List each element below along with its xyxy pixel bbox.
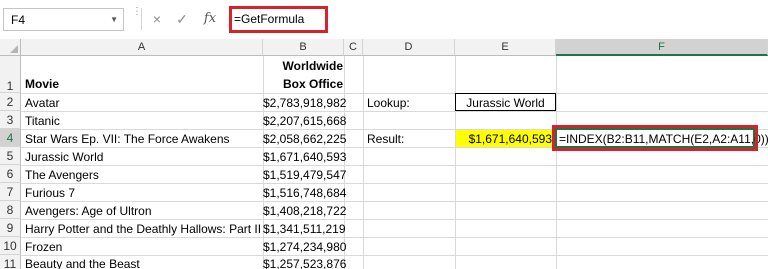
movie-gross[interactable]: $1,257,523,876: [263, 257, 346, 269]
movie-gross[interactable]: $1,516,748,684: [263, 186, 346, 200]
gridline: [21, 237, 768, 238]
column-header-e[interactable]: E: [455, 39, 556, 56]
chevron-down-icon[interactable]: ▼: [110, 15, 118, 24]
row-header-5[interactable]: 5: [0, 147, 21, 165]
movie-gross[interactable]: $2,207,615,668: [263, 114, 346, 128]
formula-text: =GetFormula: [234, 12, 305, 26]
row-header-3[interactable]: 3: [0, 111, 21, 129]
gridline: [21, 183, 768, 184]
result-value[interactable]: $1,671,640,593: [455, 132, 552, 146]
select-all-button[interactable]: [0, 39, 21, 56]
name-box[interactable]: F4 ▼: [3, 8, 124, 31]
cancel-icon[interactable]: ×: [146, 9, 168, 29]
lookup-value[interactable]: Jurassic World: [455, 96, 556, 110]
movie-title[interactable]: Furious 7: [25, 186, 75, 200]
row-header-7[interactable]: 7: [0, 183, 21, 201]
insert-function-icon[interactable]: fx: [199, 9, 221, 29]
row-header-4[interactable]: 4: [0, 129, 21, 147]
movie-title[interactable]: Avengers: Age of Ultron: [25, 204, 152, 218]
movie-gross[interactable]: $1,671,640,593: [263, 150, 346, 164]
movie-title[interactable]: Avatar: [25, 96, 59, 110]
gridline: [21, 201, 768, 202]
header-movie: Movie: [25, 77, 60, 91]
movie-title[interactable]: Beauty and the Beast: [25, 257, 140, 269]
formula-bar: F4 ▼ ⋮ × ✓ fx =GetFormula: [0, 0, 768, 39]
gridline: [21, 93, 768, 94]
movie-title[interactable]: Harry Potter and the Deathly Hallows: Pa…: [25, 222, 261, 236]
result-label: Result:: [367, 132, 405, 146]
row-header-10[interactable]: 10: [0, 237, 21, 255]
header-box-office: Box Office: [282, 77, 343, 91]
spreadsheet-grid: A B C D E F 1 2 3 4 5 6 7 8 9 10 11 Movi…: [0, 39, 768, 269]
movie-title[interactable]: Jurassic World: [25, 150, 103, 164]
column-header-b[interactable]: B: [263, 39, 344, 56]
movie-title[interactable]: Titanic: [25, 114, 60, 128]
drag-handle-icon[interactable]: ⋮: [132, 7, 142, 29]
movie-gross[interactable]: $2,783,918,982: [263, 96, 346, 110]
row-header-2[interactable]: 2: [0, 93, 21, 111]
movie-gross[interactable]: $1,341,511,219: [263, 222, 346, 236]
row-header-8[interactable]: 8: [0, 201, 21, 219]
movie-title[interactable]: Frozen: [25, 240, 62, 254]
row-header-6[interactable]: 6: [0, 165, 21, 183]
gridline: [21, 255, 768, 256]
movie-gross[interactable]: $1,274,234,980: [263, 240, 346, 254]
gridline: [21, 165, 768, 166]
movie-gross[interactable]: $1,408,218,722: [263, 204, 346, 218]
movie-gross[interactable]: $1,519,479,547: [263, 168, 346, 182]
name-box-value: F4: [11, 13, 26, 27]
lookup-label: Lookup:: [367, 96, 410, 110]
movie-title[interactable]: Star Wars Ep. VII: The Force Awakens: [25, 132, 230, 146]
formula-input[interactable]: [229, 6, 768, 33]
column-header-d[interactable]: D: [363, 39, 455, 56]
movie-gross[interactable]: $2,058,662,225: [263, 132, 346, 146]
column-header-c[interactable]: C: [344, 39, 363, 56]
header-worldwide: Worldwide: [282, 59, 343, 73]
divider: [141, 8, 142, 30]
gridline: [21, 111, 768, 112]
column-header-f[interactable]: F: [556, 39, 768, 56]
row-header-9[interactable]: 9: [0, 219, 21, 237]
movie-title[interactable]: The Avengers: [25, 168, 99, 182]
row-header-11[interactable]: 11: [0, 255, 21, 269]
gridline: [21, 219, 768, 220]
enter-icon[interactable]: ✓: [171, 9, 193, 29]
row-header-1[interactable]: 1: [0, 56, 21, 93]
column-header-a[interactable]: A: [21, 39, 263, 56]
formula-text-cell: =INDEX(B2:B11,MATCH(E2,A2:A11,0)): [559, 132, 768, 146]
